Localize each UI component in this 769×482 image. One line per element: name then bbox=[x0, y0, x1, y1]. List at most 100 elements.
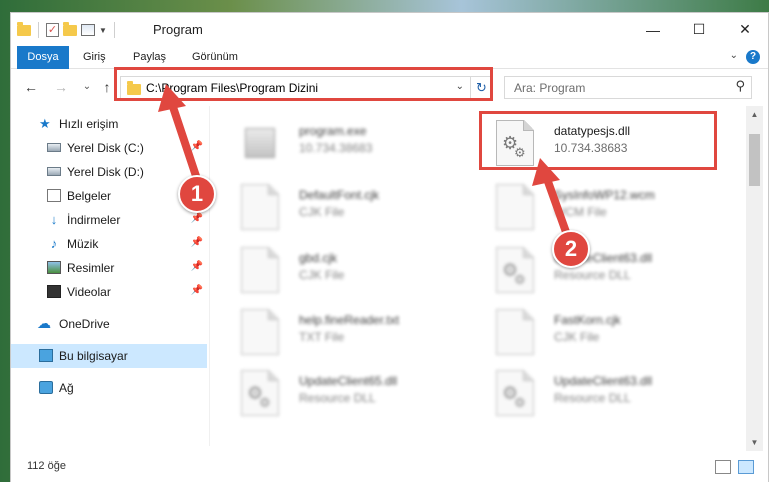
pin-icon[interactable]: 📌 bbox=[191, 237, 203, 248]
close-button[interactable]: ✕ bbox=[722, 13, 768, 46]
sidebar-item-local-disk-d[interactable]: Yerel Disk (D:) bbox=[11, 160, 207, 184]
downloads-icon: ↓ bbox=[50, 212, 58, 227]
minimize-button[interactable]: — bbox=[630, 13, 676, 46]
search-icon[interactable]: ⚲ bbox=[735, 78, 745, 94]
dll-file-icon: ⚙ ⚙ bbox=[496, 370, 534, 416]
quick-access-toolbar: ✓ ▼ bbox=[17, 20, 118, 40]
step-callout-2: 2 bbox=[552, 230, 590, 268]
file-info: Resource DLL bbox=[299, 391, 376, 405]
window-title: Program bbox=[153, 22, 203, 37]
sidebar-item-onedrive[interactable]: ☁ OneDrive bbox=[11, 312, 207, 336]
tiles-view-icon[interactable] bbox=[738, 460, 754, 474]
help-icon[interactable]: ? bbox=[746, 50, 760, 64]
tab-home[interactable]: Giriş bbox=[83, 46, 106, 69]
drive-icon bbox=[47, 167, 61, 176]
document-file-icon bbox=[241, 309, 279, 355]
pin-icon[interactable]: 📌 bbox=[191, 141, 203, 152]
computer-icon bbox=[39, 349, 53, 362]
recent-locations-button[interactable]: ⌄ bbox=[77, 77, 97, 97]
file-tile[interactable]: FastKorn.cjk CJK File bbox=[476, 303, 716, 359]
file-tile[interactable]: ⚙ ⚙ UpdateClient65.dll Resource DLL bbox=[221, 364, 461, 420]
file-tile[interactable]: gbd.cjk CJK File bbox=[221, 241, 461, 297]
navigation-pane: ★ Hızlı erişim Yerel Disk (C:) 📌 Yerel D… bbox=[11, 106, 209, 446]
sidebar-item-label: Bu bilgisayar bbox=[59, 349, 128, 363]
search-input[interactable]: Ara: Program bbox=[514, 81, 585, 95]
tab-file[interactable]: Dosya bbox=[17, 46, 69, 69]
file-tile[interactable]: help.fineReader.txt TXT File bbox=[221, 303, 461, 359]
music-icon: ♪ bbox=[50, 236, 58, 251]
pane-splitter[interactable] bbox=[209, 106, 210, 446]
search-box[interactable]: Ara: Program ⚲ bbox=[504, 76, 752, 99]
item-count: 112 öğe bbox=[27, 460, 66, 472]
file-tile[interactable]: ⚙ ⚙ UpdateClient63.dll Resource DLL bbox=[476, 241, 716, 297]
sidebar-item-label: Belgeler bbox=[67, 189, 112, 203]
ribbon-tabs: Dosya Giriş Paylaş Görünüm ⌄ ? bbox=[11, 46, 768, 69]
forward-button[interactable]: → bbox=[51, 77, 71, 97]
document-file-icon bbox=[496, 309, 534, 355]
chevron-down-icon[interactable]: ⌄ bbox=[730, 50, 738, 61]
folder-icon bbox=[17, 21, 31, 36]
file-tile[interactable]: DefaultFont.cjk CJK File bbox=[221, 178, 461, 234]
scroll-up-icon[interactable]: ▲ bbox=[746, 106, 763, 123]
sidebar-item-label: Yerel Disk (C:) bbox=[67, 141, 144, 155]
documents-icon bbox=[47, 189, 61, 202]
sidebar-item-music[interactable]: ♪ Müzik 📌 bbox=[11, 232, 207, 256]
sidebar-item-network[interactable]: Ağ bbox=[11, 376, 207, 400]
chevron-down-icon[interactable]: ▼ bbox=[99, 26, 107, 35]
scroll-down-icon[interactable]: ▼ bbox=[746, 434, 763, 451]
document-file-icon bbox=[496, 184, 534, 230]
sidebar-item-pictures[interactable]: Resimler 📌 bbox=[11, 256, 207, 280]
properties-check-icon[interactable]: ✓ bbox=[46, 23, 59, 37]
tab-share[interactable]: Paylaş bbox=[133, 46, 166, 69]
file-info: Resource DLL bbox=[554, 391, 631, 405]
videos-icon bbox=[47, 285, 61, 298]
file-tile[interactable]: program.exe 10.734.38683 bbox=[221, 114, 461, 170]
file-info: TXT File bbox=[299, 330, 345, 344]
scrollbar-thumb[interactable] bbox=[749, 134, 760, 186]
cloud-icon: ☁ bbox=[37, 315, 51, 331]
file-tile[interactable]: ⚙ ⚙ UpdateClient63.dll Resource DLL bbox=[476, 364, 716, 420]
file-name: help.fineReader.txt bbox=[299, 313, 400, 327]
document-file-icon bbox=[241, 247, 279, 293]
address-highlight-box bbox=[114, 67, 493, 101]
details-view-icon[interactable] bbox=[715, 460, 731, 474]
maximize-button[interactable]: ☐ bbox=[676, 13, 722, 46]
title-bar: ✓ ▼ Program — ☐ ✕ bbox=[11, 13, 768, 46]
sidebar-item-label: İndirmeler bbox=[67, 213, 121, 227]
sidebar-item-local-disk-c[interactable]: Yerel Disk (C:) 📌 bbox=[11, 136, 207, 160]
sidebar-item-label: Yerel Disk (D:) bbox=[67, 165, 144, 179]
file-tile[interactable]: SysInfoWP12.wcm WCM File bbox=[476, 178, 716, 234]
exe-file-icon bbox=[241, 120, 279, 166]
file-info: 10.734.38683 bbox=[299, 141, 373, 155]
pin-icon[interactable]: 📌 bbox=[191, 261, 203, 272]
properties-icon[interactable] bbox=[81, 24, 95, 36]
sidebar-item-label: Videolar bbox=[67, 285, 111, 299]
toolbar-divider bbox=[38, 22, 39, 38]
toolbar-divider bbox=[113, 22, 115, 38]
file-name: DefaultFont.cjk bbox=[299, 188, 380, 202]
vertical-scrollbar[interactable]: ▲ ▼ bbox=[746, 106, 763, 451]
sidebar-item-videos[interactable]: Videolar 📌 bbox=[11, 280, 207, 304]
sidebar-item-label: Ağ bbox=[59, 381, 74, 395]
dll-file-icon: ⚙ ⚙ bbox=[496, 247, 534, 293]
file-name: UpdateClient65.dll bbox=[299, 374, 398, 388]
sidebar-item-downloads[interactable]: ↓ İndirmeler 📌 bbox=[11, 208, 207, 232]
file-info: Resource DLL bbox=[554, 268, 631, 282]
sidebar-item-label: OneDrive bbox=[59, 317, 110, 331]
sidebar-item-label: Hızlı erişim bbox=[59, 117, 119, 131]
file-name: SysInfoWP12.wcm bbox=[554, 188, 655, 202]
sidebar-item-quick-access[interactable]: ★ Hızlı erişim bbox=[11, 112, 207, 136]
network-icon bbox=[39, 381, 53, 394]
back-button[interactable]: ← bbox=[21, 77, 41, 97]
tab-view[interactable]: Görünüm bbox=[192, 46, 238, 69]
new-folder-icon[interactable] bbox=[63, 21, 77, 36]
sidebar-item-label: Resimler bbox=[67, 261, 115, 275]
pin-icon[interactable]: 📌 bbox=[191, 285, 203, 296]
file-info: WCM File bbox=[554, 205, 607, 219]
pin-icon[interactable]: 📌 bbox=[191, 213, 203, 224]
file-name: UpdateClient63.dll bbox=[554, 374, 653, 388]
step-callout-1: 1 bbox=[178, 175, 216, 213]
sidebar-item-this-pc[interactable]: Bu bilgisayar bbox=[11, 344, 207, 368]
file-highlight-box bbox=[479, 111, 717, 170]
pictures-icon bbox=[47, 261, 61, 274]
